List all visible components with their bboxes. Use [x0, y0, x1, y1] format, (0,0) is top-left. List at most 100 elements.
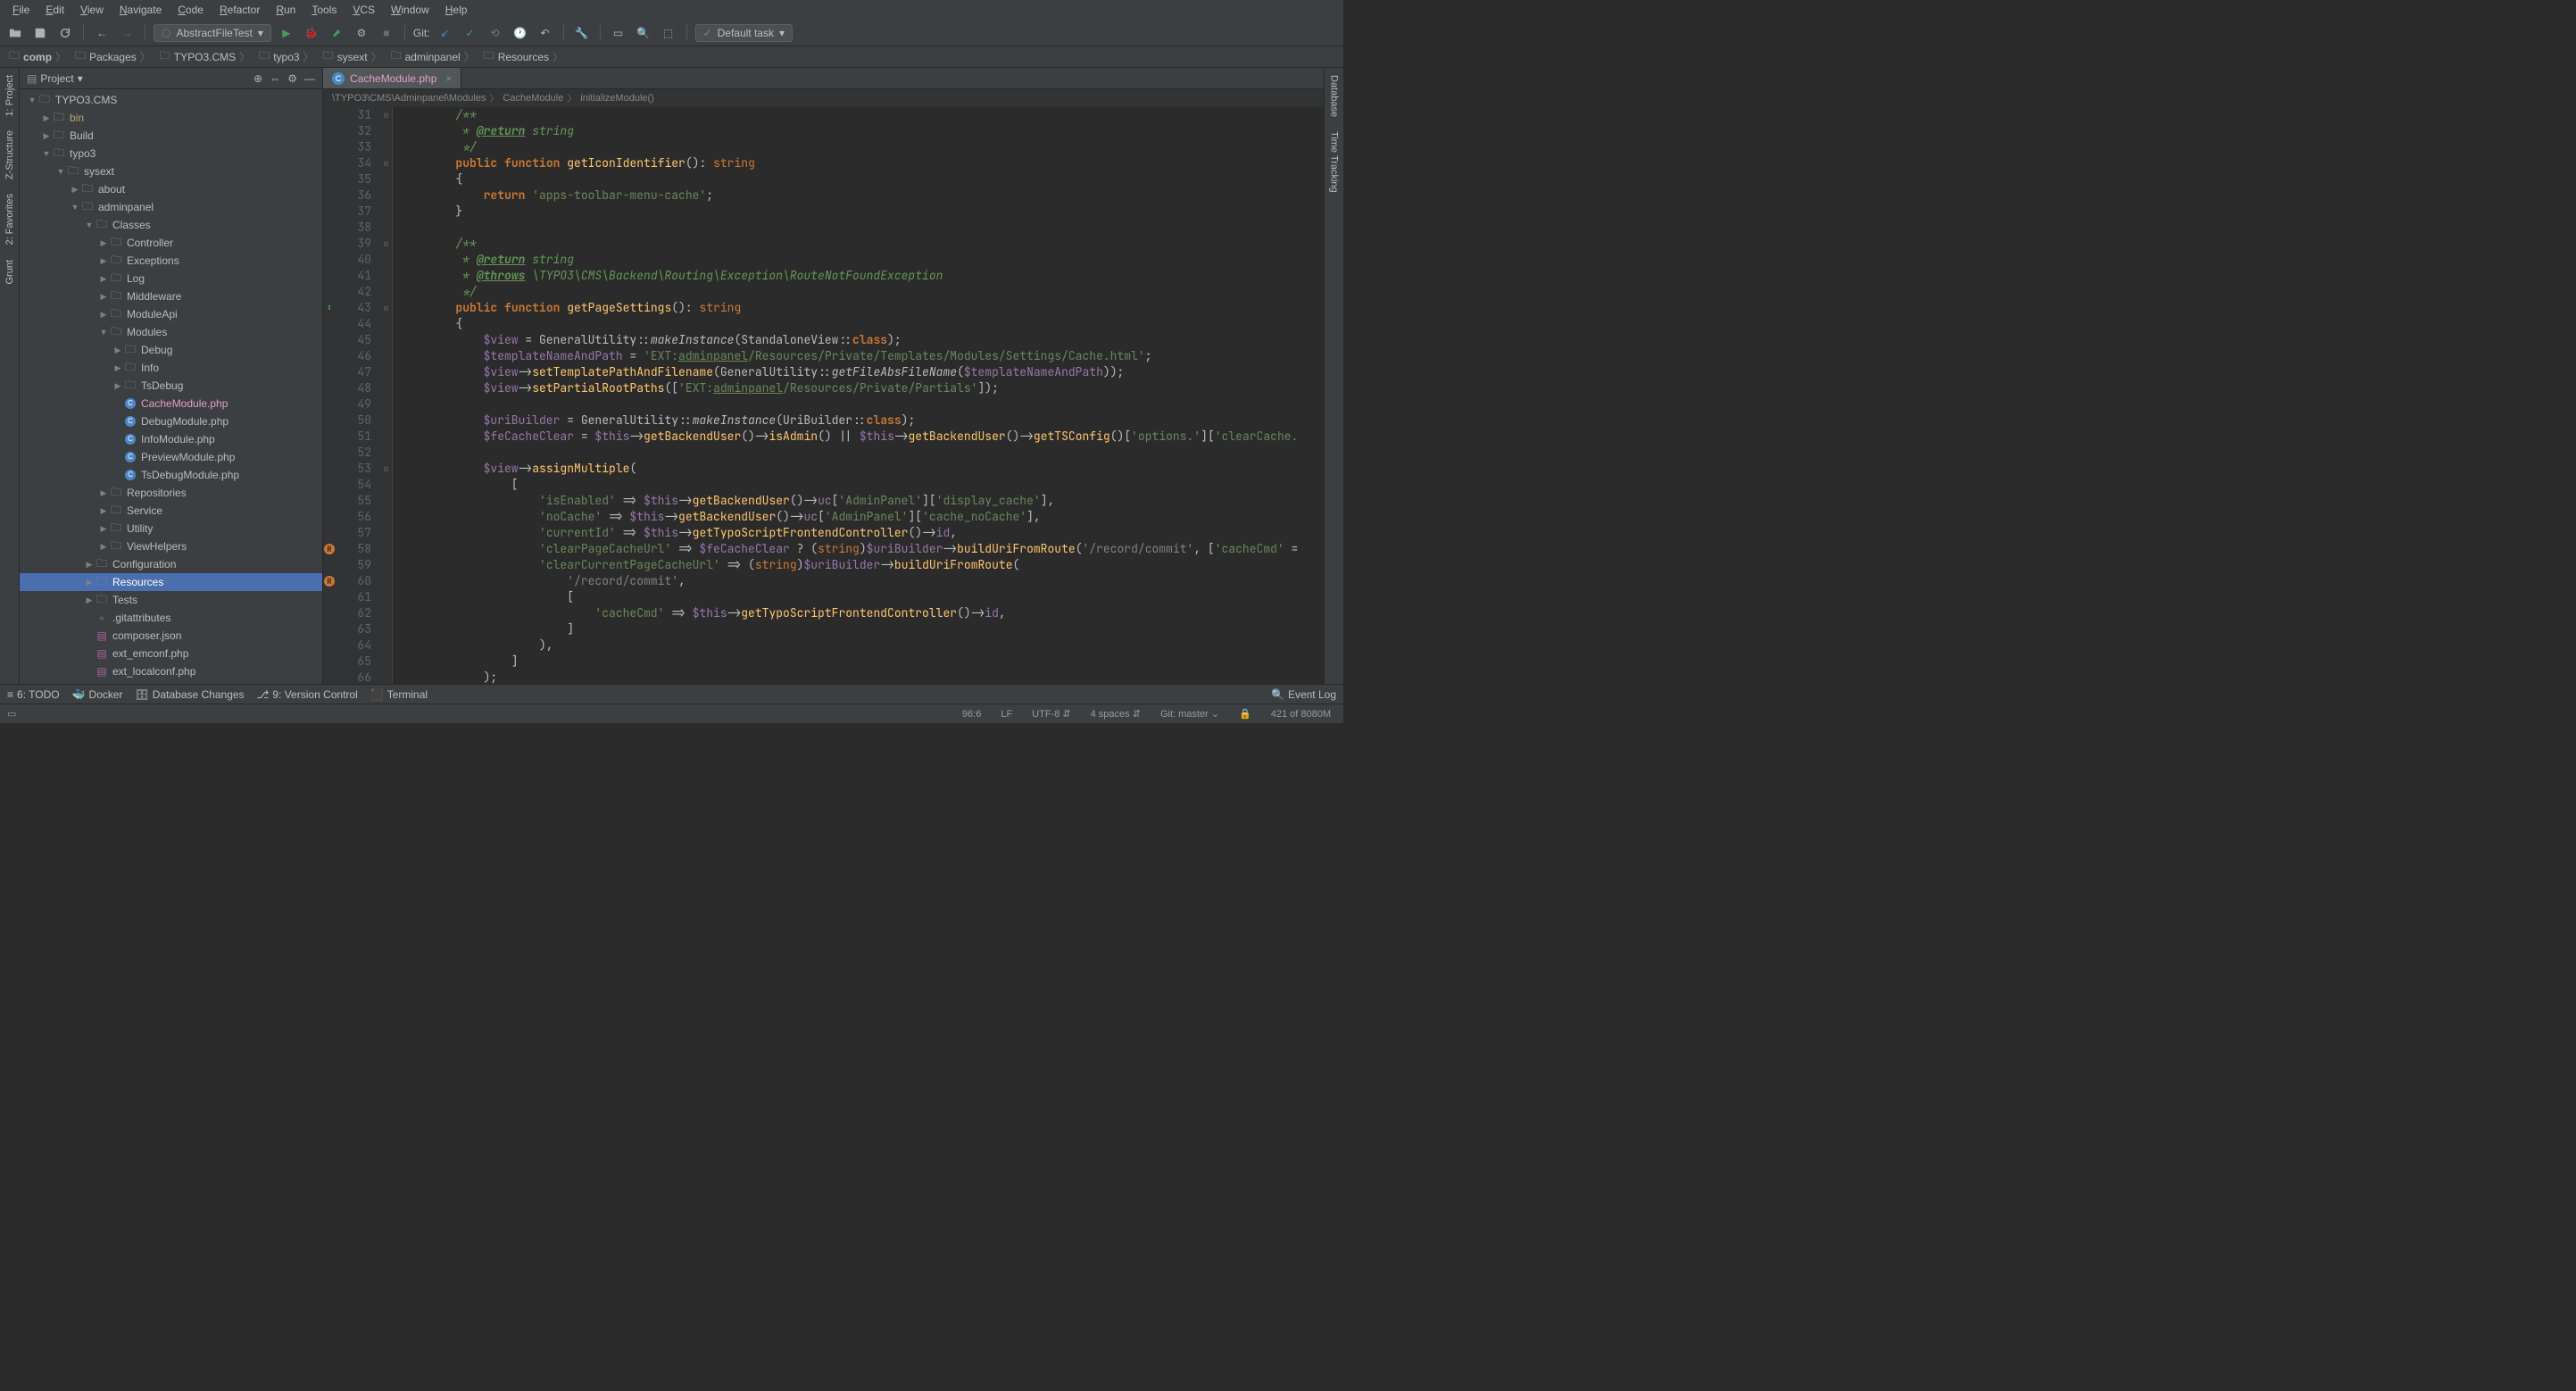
actions-icon[interactable]: ⬚ — [659, 23, 678, 43]
tree-node[interactable]: ▶🗀Middleware — [20, 287, 322, 305]
chevron-down-icon[interactable]: ▾ — [78, 72, 83, 85]
code-editor[interactable]: ⬆RR 313233343536373839404142434445464748… — [323, 107, 1324, 684]
lock-icon[interactable]: 🔒 — [1234, 708, 1257, 720]
tree-node[interactable]: ▶🗀about — [20, 180, 322, 198]
tree-node[interactable]: ▶🗀Exceptions — [20, 252, 322, 270]
breadcrumb-item[interactable]: 🗀adminpanel〉 — [387, 47, 478, 66]
editor-bc-item[interactable]: initializeModule() — [580, 93, 654, 104]
project-tree[interactable]: ▼🗀TYPO3.CMS▶🗀bin▶🗀Build▼🗀typo3▼🗀sysext▶🗀… — [20, 89, 322, 684]
tree-node[interactable]: ▤ext_localconf.php — [20, 662, 322, 680]
menu-file[interactable]: File — [5, 2, 37, 18]
search-icon[interactable]: 🔍 — [634, 23, 653, 43]
settings-icon[interactable]: 🔧 — [572, 23, 592, 43]
menu-refactor[interactable]: Refactor — [212, 2, 267, 18]
tree-node[interactable]: ▼🗀Modules — [20, 323, 322, 341]
menu-edit[interactable]: Edit — [38, 2, 71, 18]
git-update-icon[interactable]: ↙ — [436, 23, 455, 43]
tree-node[interactable]: ▶🗀Utility — [20, 520, 322, 537]
line-ending[interactable]: LF — [995, 709, 1018, 720]
encoding[interactable]: UTF-8 ⇵ — [1026, 708, 1076, 720]
tree-node[interactable]: CDebugModule.php — [20, 412, 322, 430]
tree-node[interactable]: ▶🗀Debug — [20, 341, 322, 359]
paste-icon[interactable]: ▭ — [609, 23, 628, 43]
tree-node[interactable]: ▼🗀sysext — [20, 162, 322, 180]
menu-run[interactable]: Run — [269, 2, 303, 18]
tree-node[interactable]: ▼🗀Classes — [20, 216, 322, 234]
breadcrumb-item[interactable]: 🗀Resources〉 — [480, 47, 567, 66]
tree-node[interactable]: ▶🗀Configuration — [20, 555, 322, 573]
git-history-icon[interactable]: 🕐 — [511, 23, 530, 43]
tree-node[interactable]: ▶🗀ModuleApi — [20, 305, 322, 323]
bottom-tab-9-version-control[interactable]: ⎇9: Version Control — [257, 688, 358, 701]
git-revert-icon[interactable]: ↶ — [536, 23, 555, 43]
menu-vcs[interactable]: VCS — [345, 2, 382, 18]
tree-node[interactable]: CCacheModule.php — [20, 395, 322, 412]
tree-node[interactable]: ▶🗀Tests — [20, 591, 322, 609]
event-log-button[interactable]: 🔍Event Log — [1271, 688, 1336, 701]
close-tab-icon[interactable]: × — [445, 72, 452, 85]
back-icon[interactable]: ← — [92, 23, 112, 43]
editor-bc-item[interactable]: \TYPO3\CMS\Adminpanel\Modules — [332, 93, 486, 104]
breadcrumb-item[interactable]: 🗀comp〉 — [5, 47, 70, 66]
stop-icon[interactable]: ■ — [377, 23, 396, 43]
editor-bc-item[interactable]: CacheModule — [503, 93, 563, 104]
git-compare-icon[interactable]: ⟲ — [486, 23, 505, 43]
bottom-tab-terminal[interactable]: ⬛Terminal — [370, 688, 428, 701]
breadcrumb-item[interactable]: 🗀TYPO3.CMS〉 — [156, 47, 253, 66]
tree-node[interactable]: ▼🗀adminpanel — [20, 198, 322, 216]
left-tab-1-project[interactable]: 1: Project — [3, 68, 17, 123]
left-tab-2-favorites[interactable]: 2: Favorites — [3, 187, 17, 252]
menu-tools[interactable]: Tools — [304, 2, 344, 18]
run-config-dropdown[interactable]: ⬡ AbstractFileTest ▾ — [154, 24, 271, 42]
gear-icon[interactable]: ⚙ — [287, 72, 297, 85]
right-tab-database[interactable]: Database — [1327, 68, 1342, 124]
caret-position[interactable]: 96:6 — [957, 709, 986, 720]
profile-icon[interactable]: ⚙ — [352, 23, 371, 43]
left-tab-grunt[interactable]: Grunt — [3, 253, 17, 292]
refresh-icon[interactable] — [55, 23, 75, 43]
menu-help[interactable]: Help — [438, 2, 475, 18]
task-dropdown[interactable]: ✓ Default task ▾ — [695, 24, 793, 42]
tree-node[interactable]: ▤ext_emconf.php — [20, 645, 322, 662]
save-icon[interactable] — [30, 23, 50, 43]
breadcrumb-item[interactable]: 🗀sysext〉 — [320, 47, 386, 66]
tree-node[interactable]: ▶🗀Info — [20, 359, 322, 377]
git-commit-icon[interactable]: ✓ — [461, 23, 480, 43]
menu-view[interactable]: View — [73, 2, 111, 18]
coverage-icon[interactable]: ⬈ — [327, 23, 346, 43]
tree-node[interactable]: ▶🗀Log — [20, 270, 322, 287]
tree-node[interactable]: ▶🗀Controller — [20, 234, 322, 252]
debug-icon[interactable]: 🐞 — [302, 23, 321, 43]
tree-node[interactable]: ▶🗀Service — [20, 502, 322, 520]
hide-icon[interactable]: — — [304, 72, 315, 85]
memory-indicator[interactable]: 421 of 8080M — [1266, 709, 1336, 720]
tree-node[interactable]: ▶🗀bin — [20, 109, 322, 127]
indent[interactable]: 4 spaces ⇵ — [1085, 708, 1146, 720]
breadcrumb-item[interactable]: 🗀Packages〉 — [71, 47, 154, 66]
tree-node[interactable]: ▶🗀Repositories — [20, 484, 322, 502]
tree-node[interactable]: ▫.gitattributes — [20, 609, 322, 627]
bottom-tab-database-changes[interactable]: 🗄Database Changes — [136, 688, 245, 701]
open-icon[interactable] — [5, 23, 25, 43]
tree-node[interactable]: ▶🗀Build — [20, 127, 322, 145]
forward-icon[interactable]: → — [117, 23, 137, 43]
tree-node[interactable]: ▤composer.json — [20, 627, 322, 645]
collapse-icon[interactable]: ⇔ — [270, 72, 280, 85]
tree-node[interactable]: ▶🗀ViewHelpers — [20, 537, 322, 555]
breadcrumb-item[interactable]: 🗀typo3〉 — [255, 47, 317, 66]
right-tab-time-tracking[interactable]: Time Tracking — [1327, 124, 1342, 200]
bottom-tab-6-todo[interactable]: ≡6: TODO — [7, 688, 60, 701]
left-tab-z-structure[interactable]: Z-Structure — [3, 123, 17, 187]
tree-node[interactable]: ▼🗀typo3 — [20, 145, 322, 162]
tree-node[interactable]: ▶🗀TsDebug — [20, 377, 322, 395]
run-icon[interactable]: ▶ — [277, 23, 296, 43]
menu-code[interactable]: Code — [170, 2, 211, 18]
menu-window[interactable]: Window — [384, 2, 436, 18]
tree-node[interactable]: ▼🗀TYPO3.CMS — [20, 91, 322, 109]
locate-icon[interactable]: ⊕ — [253, 72, 262, 85]
tree-node[interactable]: CTsDebugModule.php — [20, 466, 322, 484]
tree-node[interactable]: CInfoModule.php — [20, 430, 322, 448]
editor-tab[interactable]: C CacheModule.php × — [323, 68, 461, 88]
tree-node[interactable]: CPreviewModule.php — [20, 448, 322, 466]
menu-navigate[interactable]: Navigate — [112, 2, 169, 18]
